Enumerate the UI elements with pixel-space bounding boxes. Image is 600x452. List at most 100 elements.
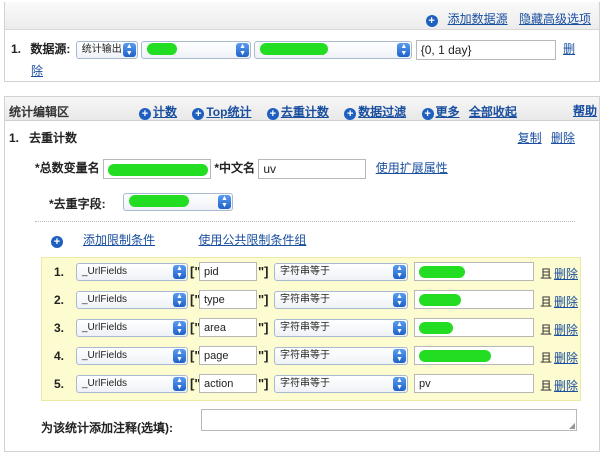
extended-attributes-link[interactable]: 使用扩展属性 xyxy=(376,161,448,175)
data-source-toolbar: + 添加数据源 隐藏高级选项 xyxy=(5,2,599,30)
condition-delete-link[interactable]: 删除 xyxy=(554,265,578,282)
condition-value-input[interactable] xyxy=(414,290,534,309)
add-data-filter-link[interactable]: + 数据过滤 xyxy=(344,105,406,120)
select-arrow-icon: ▲ ▼ xyxy=(218,195,231,209)
condition-row: 3. _UrlFields ▲ ▼ [" area "] 字符串等于 ▲ ▼ 且 删除 xyxy=(42,314,582,342)
plus-icon: + xyxy=(344,108,357,120)
help-link[interactable]: 帮助 xyxy=(573,102,597,119)
condition-operator-select[interactable]: 字符串等于 ▲ ▼ xyxy=(274,263,408,281)
condition-delete-link[interactable]: 删除 xyxy=(554,293,578,310)
condition-row: 1. _UrlFields ▲ ▼ [" pid "] 字符串等于 ▲ ▼ 且 删除 xyxy=(42,258,582,286)
condition-operator-value: 字符串等于 xyxy=(280,322,330,333)
delete-source-link[interactable]: 删 xyxy=(563,42,575,56)
condition-number: 3. xyxy=(54,321,65,335)
source-table-select[interactable]: ▲ ▼ xyxy=(254,41,413,59)
redacted-value xyxy=(129,195,189,208)
condition-value-input[interactable]: pv xyxy=(414,374,534,393)
use-public-limit-group-link[interactable]: 使用公共限制条件组 xyxy=(198,233,306,247)
condition-key-input[interactable]: pid xyxy=(199,262,257,281)
data-source-label: 数据源: xyxy=(30,42,71,57)
condition-operator-select[interactable]: 字符串等于 ▲ ▼ xyxy=(274,319,408,337)
action-label: Top统计 xyxy=(206,105,252,119)
dedupe-field-select[interactable]: ▲ ▼ xyxy=(123,193,233,211)
data-source-panel: + 添加数据源 隐藏高级选项 1. 数据源: 统计输出 ▲ ▼ ▲ ▼ ▲ ▼ {0, 1… xyxy=(4,2,600,82)
condition-delete-link[interactable]: 删除 xyxy=(554,349,578,366)
and-label: 且 xyxy=(540,295,553,309)
source-name-select[interactable]: ▲ ▼ xyxy=(141,41,252,59)
condition-key-input[interactable]: type xyxy=(199,290,257,309)
select-arrow-icon: ▲ ▼ xyxy=(173,349,186,363)
stat-edit-toolbar: 统计编辑区 + 计数 + Top统计 + 去重计数 + 数据过滤 + 更多 全部收起 帮助 xyxy=(5,97,599,121)
condition-field-select[interactable]: _UrlFields ▲ ▼ xyxy=(76,375,188,393)
select-arrow-icon: ▲ ▼ xyxy=(393,265,406,279)
time-range-input[interactable]: {0, 1 day} xyxy=(415,40,556,60)
redacted-value xyxy=(419,322,453,335)
condition-value-input[interactable] xyxy=(414,262,534,281)
and-label: 且 xyxy=(540,379,553,393)
total-variable-label: *总数变量名 xyxy=(35,161,100,176)
collapse-all-link[interactable]: 全部收起 xyxy=(469,105,517,119)
hide-advanced-options-link[interactable]: 隐藏高级选项 xyxy=(519,12,591,26)
plus-icon: + xyxy=(421,108,434,120)
condition-field-value: _UrlFields xyxy=(82,378,128,389)
stat-edit-actions: + 计数 + Top统计 + 去重计数 + 数据过滤 + 更多 全部收起 xyxy=(139,103,529,120)
delete-source-link-wrap[interactable]: 除 xyxy=(31,64,43,78)
plus-icon: + xyxy=(192,108,205,120)
more-link[interactable]: + 更多 xyxy=(421,105,460,120)
variable-row: *总数变量名 *中文名 uv 使用扩展属性 xyxy=(35,159,555,179)
select-arrow-icon: ▲ ▼ xyxy=(122,43,136,57)
condition-row: 4. _UrlFields ▲ ▼ [" page "] 字符串等于 ▲ ▼ 且 删除 xyxy=(42,342,582,370)
condition-field-select[interactable]: _UrlFields ▲ ▼ xyxy=(76,319,188,337)
redacted-value xyxy=(147,43,178,56)
bracket-close: "] xyxy=(258,320,269,335)
condition-delete-link[interactable]: 删除 xyxy=(554,377,578,394)
total-variable-input[interactable] xyxy=(103,159,212,179)
stat-edit-title: 统计编辑区 xyxy=(9,105,70,119)
redacted-value xyxy=(419,266,465,279)
select-arrow-icon: ▲ ▼ xyxy=(173,321,186,335)
plus-icon: + xyxy=(425,15,438,27)
condition-field-select[interactable]: _UrlFields ▲ ▼ xyxy=(76,291,188,309)
select-arrow-icon: ▲ ▼ xyxy=(173,293,186,307)
select-arrow-icon: ▲ ▼ xyxy=(393,349,406,363)
condition-key-input[interactable]: area xyxy=(199,318,257,337)
condition-operator-select[interactable]: 字符串等于 ▲ ▼ xyxy=(274,347,408,365)
data-source-row: 1. 数据源: 统计输出 ▲ ▼ ▲ ▼ ▲ ▼ {0, 1 day} 删 除 xyxy=(11,40,591,79)
condition-field-value: _UrlFields xyxy=(82,266,128,277)
plus-icon: + xyxy=(139,108,151,120)
redacted-value xyxy=(260,43,329,56)
redacted-value xyxy=(419,350,491,363)
note-textarea[interactable]: ◢ xyxy=(201,409,577,431)
condition-operator-select[interactable]: 字符串等于 ▲ ▼ xyxy=(274,375,408,393)
condition-key-input[interactable]: page xyxy=(199,346,257,365)
add-data-source-link[interactable]: + 添加数据源 xyxy=(418,12,508,27)
condition-operator-value: 字符串等于 xyxy=(280,294,330,305)
add-distinct-count-link[interactable]: + 去重计数 xyxy=(266,105,329,120)
condition-field-value: _UrlFields xyxy=(82,350,128,361)
select-arrow-icon: ▲ ▼ xyxy=(393,293,406,307)
condition-operator-select[interactable]: 字符串等于 ▲ ▼ xyxy=(274,291,408,309)
add-top-stat-link[interactable]: + Top统计 xyxy=(192,105,252,120)
condition-field-select[interactable]: _UrlFields ▲ ▼ xyxy=(76,263,188,281)
condition-key-input[interactable]: action xyxy=(199,374,257,393)
condition-operator-value: 字符串等于 xyxy=(280,350,330,361)
condition-value-input[interactable] xyxy=(414,318,534,337)
source-type-select[interactable]: 统计输出 ▲ ▼ xyxy=(75,41,138,59)
condition-row: 5. _UrlFields ▲ ▼ [" action "] 字符串等于 ▲ ▼ pv … xyxy=(42,370,582,398)
copy-link[interactable]: 复制 xyxy=(518,131,542,145)
delete-link[interactable]: 删除 xyxy=(551,131,575,145)
condition-list: 1. _UrlFields ▲ ▼ [" pid "] 字符串等于 ▲ ▼ 且 删除 2… xyxy=(41,257,581,401)
source-type-value: 统计输出 xyxy=(81,44,122,55)
condition-number: 2. xyxy=(54,293,65,307)
condition-operator-value: 字符串等于 xyxy=(280,378,330,389)
redacted-value xyxy=(108,163,209,176)
condition-delete-link[interactable]: 删除 xyxy=(554,321,578,338)
resize-grip-icon[interactable]: ◢ xyxy=(569,421,575,430)
condition-value-input[interactable] xyxy=(414,346,534,365)
row-number: 1. xyxy=(11,42,22,57)
add-limit-condition-link[interactable]: + 添加限制条件 xyxy=(51,233,175,248)
add-count-link[interactable]: + 计数 xyxy=(139,105,177,120)
condition-field-select[interactable]: _UrlFields ▲ ▼ xyxy=(76,347,188,365)
bracket-close: "] xyxy=(258,376,269,391)
chinese-name-input[interactable]: uv xyxy=(258,159,367,179)
